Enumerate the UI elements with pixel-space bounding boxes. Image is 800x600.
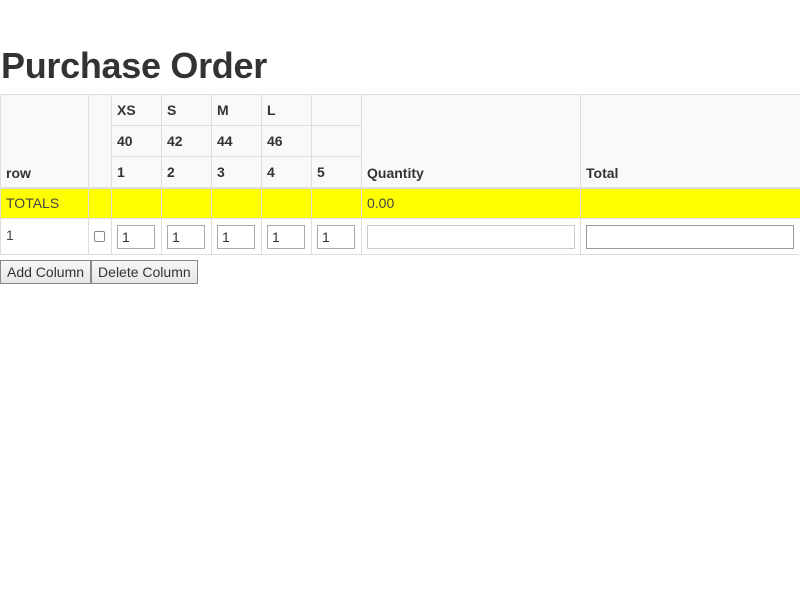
- purchase-order-table: row XS S M L Quantity Total 40 42 44 46 …: [0, 94, 800, 255]
- size-input[interactable]: [167, 225, 205, 249]
- size-cell: [111, 218, 162, 255]
- table-row: 1: [0, 218, 800, 255]
- size-input[interactable]: [117, 225, 155, 249]
- row-select-cell: [88, 218, 112, 255]
- size-input[interactable]: [217, 225, 255, 249]
- select-header: [88, 94, 112, 188]
- size-input[interactable]: [267, 225, 305, 249]
- totals-cell: [88, 186, 112, 219]
- row-number: 1: [0, 218, 89, 255]
- size-header: L: [261, 94, 312, 126]
- number-header: 42: [161, 125, 212, 157]
- add-column-button[interactable]: Add Column: [0, 260, 92, 284]
- totals-label: TOTALS: [0, 186, 89, 219]
- size-header: S: [161, 94, 212, 126]
- quantity-cell: [361, 218, 581, 255]
- totals-cell: [111, 186, 162, 219]
- size-cell: [161, 218, 212, 255]
- size-cell: [311, 218, 362, 255]
- totals-cell: [311, 186, 362, 219]
- page: Purchase Order row XS S M L Quantity Tot…: [0, 0, 800, 600]
- size-cell: [211, 218, 262, 255]
- delete-column-button[interactable]: Delete Column: [91, 260, 198, 284]
- size-header: [311, 94, 362, 126]
- size-header: M: [211, 94, 262, 126]
- totals-total: [580, 186, 800, 219]
- page-title: Purchase Order: [1, 45, 267, 86]
- index-header: 2: [161, 156, 212, 188]
- total-header: Total: [580, 94, 800, 188]
- totals-cell: [161, 186, 212, 219]
- totals-quantity: 0.00: [361, 186, 581, 219]
- button-bar: Add Column Delete Column: [0, 260, 198, 284]
- number-header: 46: [261, 125, 312, 157]
- quantity-input[interactable]: [367, 225, 575, 249]
- row-select-checkbox[interactable]: [94, 231, 105, 242]
- index-header: 4: [261, 156, 312, 188]
- totals-row: TOTALS 0.00: [0, 186, 800, 219]
- totals-cell: [261, 186, 312, 219]
- totals-cell: [211, 186, 262, 219]
- total-cell: [580, 218, 800, 255]
- number-header: [311, 125, 362, 157]
- quantity-header: Quantity: [361, 94, 581, 188]
- index-header: 3: [211, 156, 262, 188]
- number-header: 40: [111, 125, 162, 157]
- index-header: 1: [111, 156, 162, 188]
- row-header: row: [0, 94, 89, 188]
- index-header: 5: [311, 156, 362, 188]
- number-header: 44: [211, 125, 262, 157]
- header-row-sizes: row XS S M L Quantity Total: [0, 94, 800, 188]
- total-input[interactable]: [586, 225, 794, 249]
- size-cell: [261, 218, 312, 255]
- size-header: XS: [111, 94, 162, 126]
- size-input[interactable]: [317, 225, 355, 249]
